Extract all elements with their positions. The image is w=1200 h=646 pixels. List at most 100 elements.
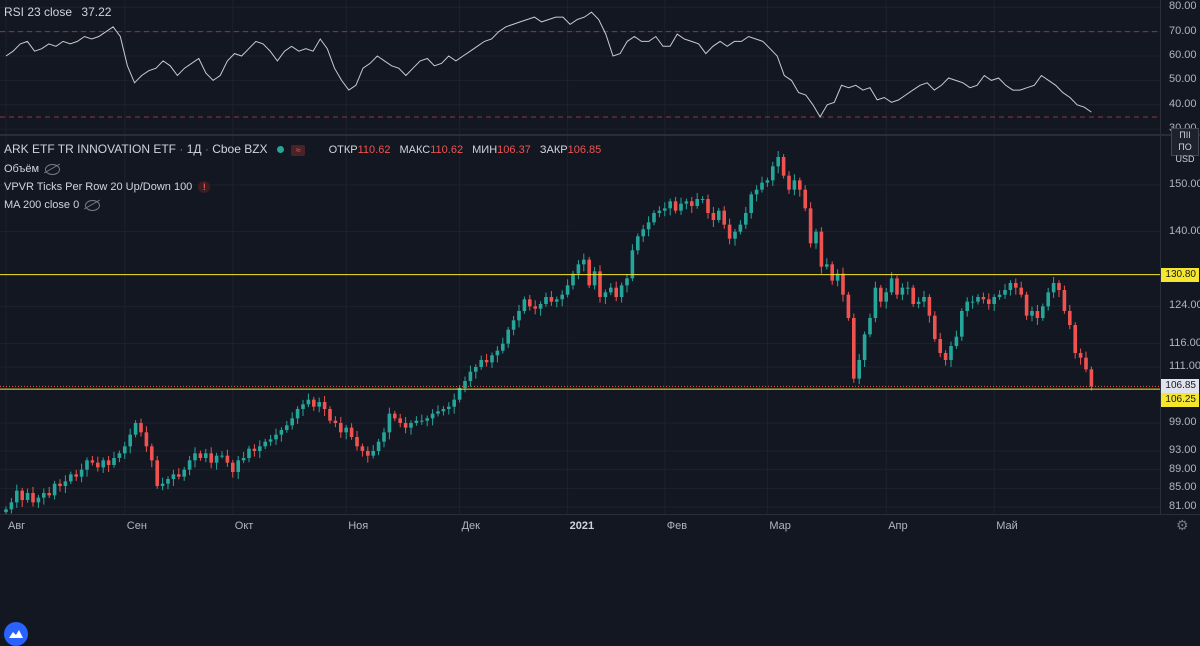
candle-body xyxy=(317,402,321,407)
candle-body xyxy=(533,306,537,309)
candle-body xyxy=(555,299,559,302)
candle-body xyxy=(965,301,969,311)
candle-body xyxy=(117,453,122,458)
candle-body xyxy=(706,199,710,213)
candle-body xyxy=(560,294,564,300)
currency-selector[interactable]: ΠΙΙ ΠΟ USD xyxy=(1171,128,1199,164)
candle-body xyxy=(74,474,78,477)
candle-body xyxy=(301,404,305,409)
candle-body xyxy=(598,271,602,297)
candle-body xyxy=(214,455,219,463)
candle-body xyxy=(328,409,332,421)
candle-body xyxy=(490,355,494,363)
level-high-tag[interactable]: 130.80 xyxy=(1161,267,1199,282)
candle-body xyxy=(209,453,213,463)
candle-body xyxy=(1073,325,1077,353)
candle-body xyxy=(997,294,1002,297)
candle-body xyxy=(625,278,629,286)
candle-body xyxy=(603,292,608,297)
price-axis[interactable]: 80.0070.0060.0050.0040.0030.00 150.00140… xyxy=(1160,0,1200,514)
candle-body xyxy=(247,448,251,458)
rsi-chart[interactable] xyxy=(0,0,1160,134)
candle-body xyxy=(58,483,62,486)
candle-body xyxy=(112,458,116,465)
ma-label: MA 200 close 0 xyxy=(4,199,80,211)
candle-body xyxy=(382,432,386,442)
candle-body xyxy=(420,420,424,422)
candle-body xyxy=(231,462,235,472)
rsi-legend: RSI 23 close 37.22 xyxy=(4,5,111,19)
open-label: ОТКР xyxy=(328,144,358,156)
candle-body xyxy=(765,180,770,183)
candle-body xyxy=(63,481,68,486)
candle-body xyxy=(776,157,780,167)
time-axis[interactable]: Авг Сен Окт Ноя Дек 2021 Фев Мар Апр Май xyxy=(0,514,1200,537)
low-value: 106.37 xyxy=(497,144,531,156)
candle-body xyxy=(668,201,672,209)
candle-body xyxy=(636,236,640,251)
candle-body xyxy=(52,483,57,496)
time-tick-label: Мар xyxy=(769,520,791,532)
candle-body xyxy=(992,297,996,304)
candle-body xyxy=(576,264,581,274)
level-low-tag[interactable]: 106.25 xyxy=(1161,393,1199,408)
candle-body xyxy=(425,418,429,421)
candle-body xyxy=(198,453,203,458)
symbol-badge[interactable]: ≈ xyxy=(291,144,306,156)
candle-body xyxy=(160,483,165,486)
candle-body xyxy=(1057,283,1061,290)
price-pane[interactable]: ARK ETF TR INNOVATION ETF · 1Д · Cboe BZ… xyxy=(0,136,1160,646)
eye-hidden-icon[interactable] xyxy=(45,163,61,175)
candle-body xyxy=(171,474,176,479)
rsi-value: 37.22 xyxy=(81,5,112,19)
time-tick-label: Апр xyxy=(888,520,908,532)
candle-body xyxy=(679,203,683,211)
ohlc-values: ОТКР110.62 МАКС110.62 МИН106.37 ЗАКР106.… xyxy=(329,144,602,156)
candle-body xyxy=(177,474,181,477)
candle-body xyxy=(398,418,402,423)
candle-body xyxy=(614,287,618,297)
rsi-pane[interactable]: RSI 23 close 37.22 xyxy=(0,0,1160,134)
indicator-vpvr[interactable]: VPVR Ticks Per Row 20 Up/Down 100 ! xyxy=(4,181,211,193)
candle-body xyxy=(1003,290,1007,295)
candle-body xyxy=(744,213,748,225)
eye-hidden-icon[interactable] xyxy=(85,199,101,211)
candle-body xyxy=(830,264,834,281)
candle-body xyxy=(916,301,921,304)
candle-body xyxy=(495,350,500,356)
rsi-tick-label: 80.00 xyxy=(1169,0,1197,13)
candle-body xyxy=(441,409,446,412)
candle-body xyxy=(592,271,597,286)
settings-gear-icon[interactable]: ⚙ xyxy=(1176,517,1189,534)
symbol-interval[interactable]: 1Д xyxy=(187,142,202,156)
price-tick-label: 99.00 xyxy=(1169,416,1197,428)
candle-body xyxy=(922,297,926,302)
candle-body xyxy=(322,402,327,409)
indicator-ma[interactable]: MA 200 close 0 xyxy=(4,199,101,211)
candle-body xyxy=(1051,283,1056,293)
price-tick-label: 81.00 xyxy=(1169,500,1197,512)
candle-body xyxy=(15,490,19,503)
candle-body xyxy=(144,432,149,447)
candle-body xyxy=(663,208,667,211)
time-tick-label: Авг xyxy=(8,520,26,532)
candle-body xyxy=(252,448,257,451)
candle-body xyxy=(4,509,8,513)
candle-body xyxy=(31,493,35,503)
candle-body xyxy=(1078,353,1083,358)
candle-body xyxy=(468,371,473,381)
symbol-exchange: Cboe BZX xyxy=(212,142,268,156)
time-tick-label: 2021 xyxy=(569,520,595,532)
tradingview-logo-icon[interactable] xyxy=(4,622,28,646)
rsi-tick-label: 70.00 xyxy=(1169,24,1197,37)
symbol-name[interactable]: ARK ETF TR INNOVATION ETF xyxy=(4,142,176,156)
indicator-volume[interactable]: Объём xyxy=(4,163,61,175)
error-icon[interactable]: ! xyxy=(198,181,211,193)
candle-body xyxy=(522,299,527,311)
last-price-tag: 106.85 xyxy=(1161,379,1199,394)
close-value: 106.85 xyxy=(567,144,602,156)
candle-body xyxy=(538,304,543,309)
candle-body xyxy=(1084,357,1088,370)
chart-window: RSI 23 close 37.22 ARK ETF TR INNOVATION… xyxy=(0,0,1200,646)
price-tick-label: 85.00 xyxy=(1169,481,1197,494)
